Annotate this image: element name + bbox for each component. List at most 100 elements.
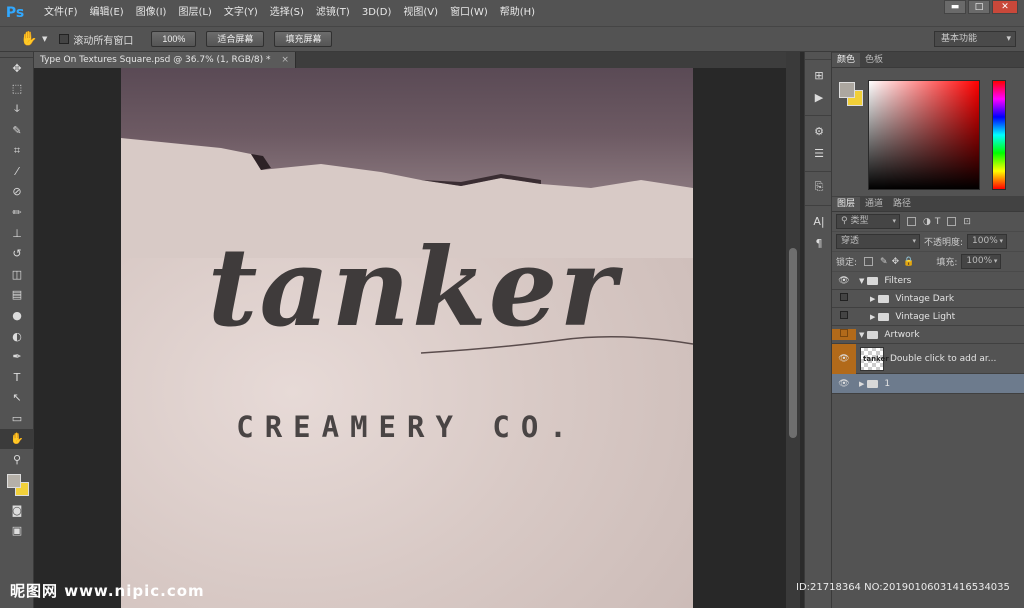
close-window-button[interactable]: ✕ [992, 0, 1018, 14]
lock-transparency-icon[interactable] [864, 257, 874, 266]
lock-all-icon[interactable]: 🔒 [903, 257, 914, 267]
expand-down-icon[interactable]: ▼ [859, 331, 864, 339]
minimize-button[interactable]: ▬ [944, 0, 966, 14]
tab-color[interactable]: 颜色 [832, 53, 861, 67]
pen-tool-icon[interactable]: ✒ [0, 346, 34, 367]
character-panel-icon[interactable]: A| [805, 210, 833, 232]
gradient-tool-icon[interactable]: ▤ [0, 285, 34, 306]
expand-right-icon[interactable]: ▶ [870, 295, 875, 303]
canvas-scrollbar[interactable] [786, 52, 800, 608]
menu-layer[interactable]: 图层(L) [172, 0, 217, 26]
close-icon[interactable]: × [281, 55, 289, 65]
type-tool-icon[interactable]: T [0, 367, 34, 388]
eye-icon[interactable]: 👁 [832, 276, 856, 286]
blur-tool-icon[interactable]: ● [0, 305, 34, 326]
brush-tool-icon[interactable]: ✏ [0, 202, 34, 223]
eraser-tool-icon[interactable]: ◫ [0, 264, 34, 285]
scroll-all-windows-checkbox[interactable]: 滚动所有窗口 [59, 32, 133, 47]
chevron-down-icon: ▾ [993, 257, 998, 265]
visibility-toggle[interactable] [832, 329, 856, 340]
canvas-area[interactable]: tanker CREAMERY CO. [34, 68, 786, 608]
shape-filter-icon[interactable] [947, 217, 957, 226]
path-select-tool-icon[interactable]: ↖ [0, 388, 34, 409]
eyedropper-tool-icon[interactable]: ⁄ [0, 161, 34, 182]
expand-right-icon[interactable]: ▶ [859, 380, 864, 388]
zoom-tool-icon[interactable]: ⚲ [0, 449, 34, 470]
history-panel-icon[interactable]: ⊞ [805, 64, 833, 86]
tab-channels[interactable]: 通道 [860, 197, 888, 211]
blend-mode-select[interactable]: 穿透 ▾ [836, 234, 920, 249]
lasso-tool-icon[interactable]: ↆ [0, 99, 34, 120]
layer-group-artwork[interactable]: ▼ Artwork [832, 326, 1024, 344]
menu-type[interactable]: 文字(Y) [218, 0, 264, 26]
shape-tool-icon[interactable]: ▭ [0, 408, 34, 429]
fit-screen-button[interactable]: 适合屏幕 [206, 31, 265, 47]
thumbnail-text: tanker [863, 354, 889, 363]
tab-layers[interactable]: 图层 [832, 197, 861, 211]
layer-group-vintage-light[interactable]: ▶ Vintage Light [832, 308, 1024, 326]
lock-position-icon[interactable]: ✥ [892, 257, 900, 267]
visibility-toggle[interactable] [832, 293, 856, 304]
menu-help[interactable]: 帮助(H) [494, 0, 541, 26]
opacity-field[interactable]: 100% ▾ [967, 234, 1008, 249]
eye-icon[interactable]: 👁 [832, 379, 856, 389]
expand-down-icon[interactable]: ▼ [859, 277, 864, 285]
fill-screen-button[interactable]: 填充屏幕 [274, 31, 333, 47]
hand-icon[interactable]: ✋ [16, 28, 42, 50]
fill-field[interactable]: 100% ▾ [961, 254, 1002, 269]
adjustments-panel-icon[interactable]: ☰ [805, 142, 833, 164]
maximize-button[interactable]: □ [968, 0, 990, 14]
eye-icon[interactable]: 👁 [832, 343, 856, 374]
zoom-100-button[interactable]: 100% [151, 31, 197, 47]
hue-slider[interactable] [992, 80, 1006, 190]
menu-view[interactable]: 视图(V) [397, 0, 444, 26]
marquee-tool-icon[interactable]: ⬚ [0, 79, 34, 100]
pixel-filter-icon[interactable] [907, 217, 916, 226]
expand-right-icon[interactable]: ▶ [870, 313, 875, 321]
menu-3d[interactable]: 3D(D) [356, 0, 398, 26]
color-swatches[interactable] [0, 470, 33, 500]
layer-group-1[interactable]: 👁 ▶ 1 [832, 374, 1024, 394]
move-tool-icon[interactable]: ✥ [0, 58, 34, 79]
healing-brush-tool-icon[interactable]: ⊘ [0, 182, 34, 203]
dock-grip[interactable] [805, 52, 831, 60]
menu-filter[interactable]: 滤镜(T) [310, 0, 356, 26]
quick-select-tool-icon[interactable]: ✎ [0, 120, 34, 141]
crop-tool-icon[interactable]: ⌗ [0, 140, 34, 161]
screen-mode-icon[interactable]: ▣ [0, 520, 34, 541]
menu-edit[interactable]: 编辑(E) [84, 0, 130, 26]
adjustment-filter-icon[interactable]: ◑ [923, 217, 931, 227]
panel-foreground-swatch[interactable] [839, 82, 855, 98]
smart-object-filter-icon[interactable]: ⊡ [963, 217, 971, 227]
workspace-select[interactable]: 基本功能 ▾ [934, 31, 1016, 47]
artboard[interactable]: tanker CREAMERY CO. [121, 68, 693, 608]
scrollbar-thumb[interactable] [789, 248, 797, 438]
foreground-color-swatch[interactable] [7, 473, 21, 488]
paragraph-panel-icon[interactable]: ¶ [805, 232, 833, 254]
menu-select[interactable]: 选择(S) [264, 0, 310, 26]
properties-panel-icon[interactable]: ⚙ [805, 120, 833, 142]
menu-image[interactable]: 图像(I) [130, 0, 173, 26]
layer-smart-object[interactable]: 👁 tanker Double click to add ar... [832, 343, 1024, 374]
layer-filter-kind[interactable]: ⚲ 类型 ▾ [836, 214, 900, 229]
visibility-toggle[interactable] [832, 311, 856, 322]
menu-file[interactable]: 文件(F) [38, 0, 84, 26]
clone-stamp-tool-icon[interactable]: ⊥ [0, 223, 34, 244]
tab-swatches[interactable]: 色板 [860, 53, 888, 67]
type-filter-icon[interactable]: T [935, 217, 941, 227]
tool-presets-icon[interactable]: ⎘ [805, 176, 833, 198]
hand-tool-icon[interactable]: ✋ [0, 428, 34, 450]
quick-mask-icon[interactable]: ◙ [0, 500, 34, 521]
chevron-down-icon[interactable]: ▼ [42, 35, 47, 43]
layer-group-filters[interactable]: 👁 ▼ Filters [832, 272, 1024, 290]
actions-panel-icon[interactable]: ▶ [805, 86, 833, 108]
checkbox-box[interactable] [59, 34, 70, 44]
dodge-tool-icon[interactable]: ◐ [0, 326, 34, 347]
document-tab[interactable]: Type On Textures Square.psd @ 36.7% (1, … [34, 52, 296, 68]
layer-group-vintage-dark[interactable]: ▶ Vintage Dark [832, 290, 1024, 308]
color-picker-field[interactable] [868, 80, 980, 190]
tab-paths[interactable]: 路径 [888, 197, 916, 211]
history-brush-tool-icon[interactable]: ↺ [0, 243, 34, 264]
menu-window[interactable]: 窗口(W) [444, 0, 494, 26]
lock-pixels-icon[interactable]: ✎ [880, 257, 888, 267]
